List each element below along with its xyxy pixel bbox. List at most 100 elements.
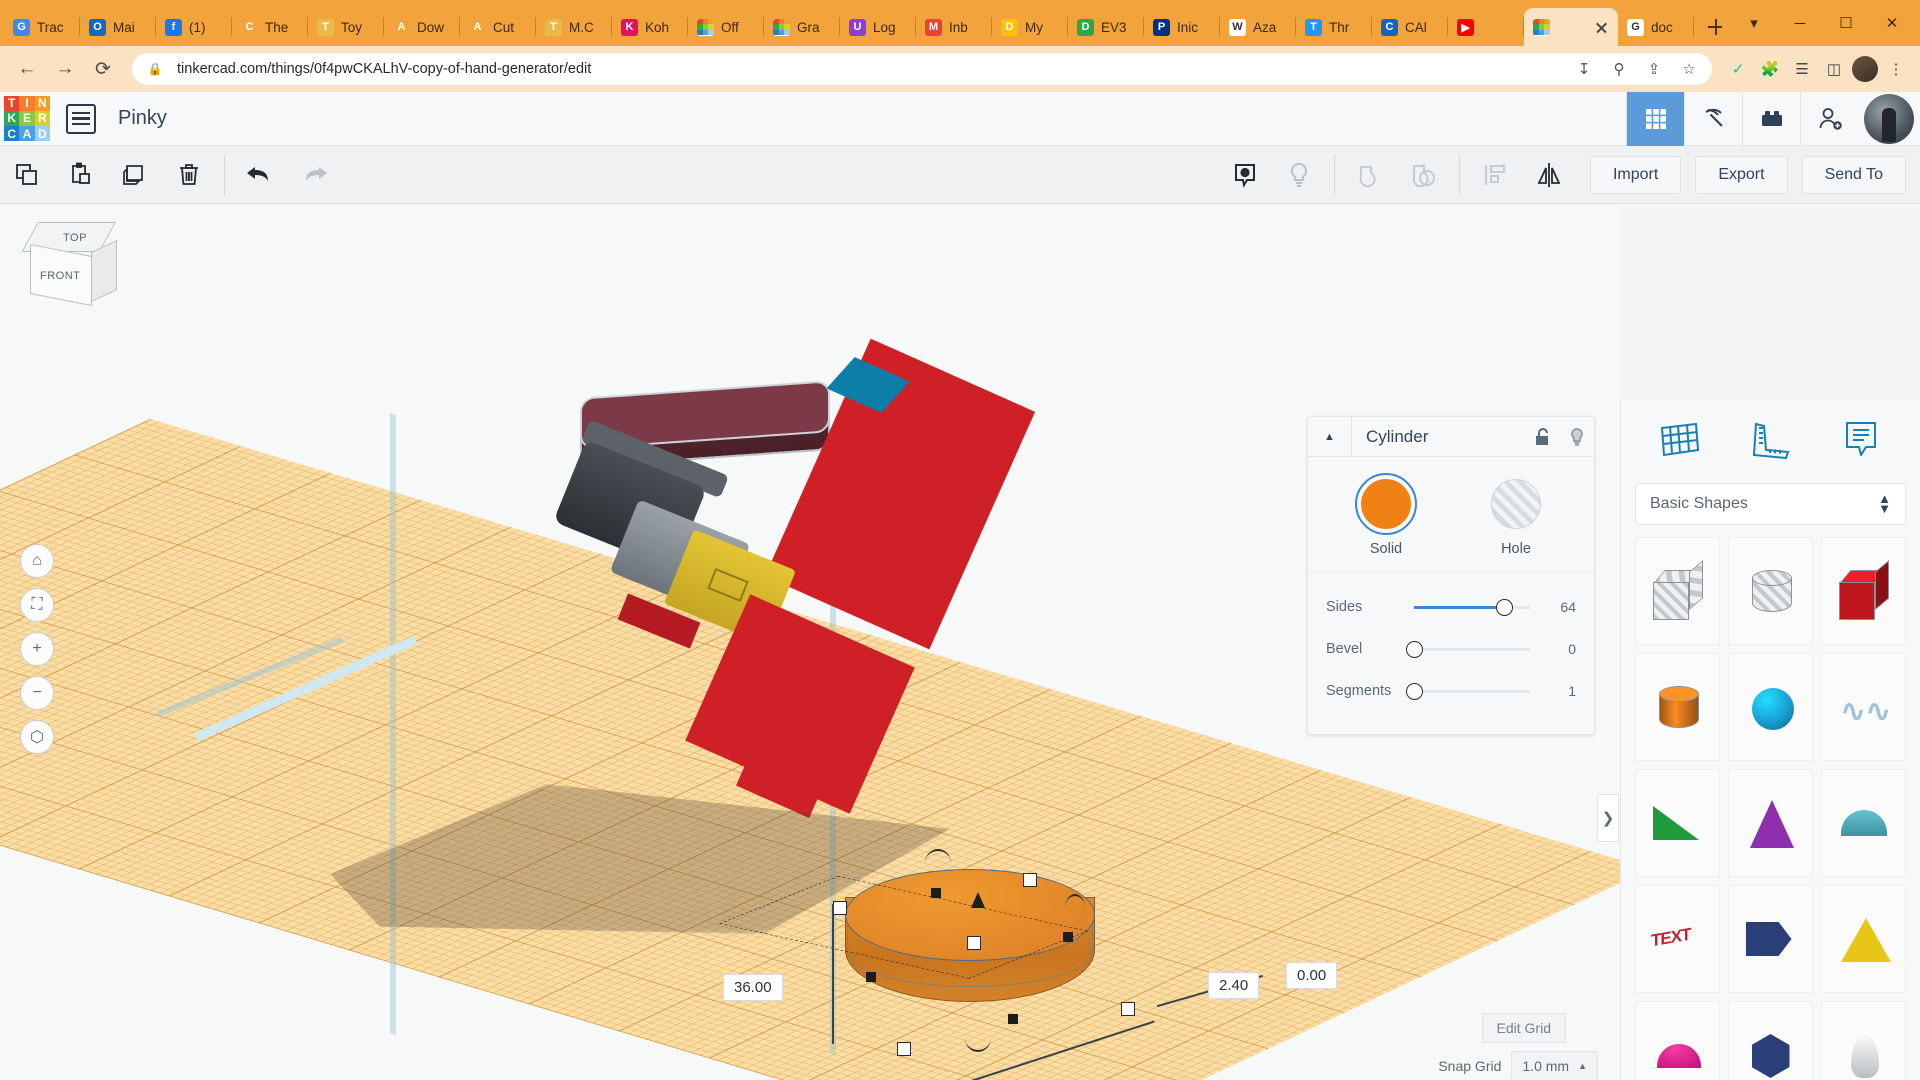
edit-grid-button[interactable]: Edit Grid (1481, 1013, 1566, 1043)
edge-handle-left[interactable] (866, 972, 876, 982)
edge-handle-right[interactable] (1063, 932, 1073, 942)
perspective-toggle-button[interactable]: ⬡ (20, 720, 54, 754)
shape-cylinder[interactable] (1635, 653, 1720, 761)
shape-polygon[interactable] (1728, 1001, 1813, 1080)
browser-tab-13[interactable]: D My (992, 8, 1068, 46)
browser-tab-8[interactable]: K Koh (612, 8, 688, 46)
browser-tab-1[interactable]: O Mai (80, 8, 156, 46)
fit-view-button[interactable]: ⛶ (20, 588, 54, 622)
shape-sphere[interactable] (1728, 653, 1813, 761)
new-tab-button[interactable] (1700, 12, 1730, 42)
back-button[interactable]: ← (10, 52, 44, 86)
lightbulb-icon[interactable] (1560, 417, 1594, 457)
browser-tab-5[interactable]: A Dow (384, 8, 460, 46)
duplicate-button[interactable] (108, 155, 162, 195)
browser-tab-20[interactable] (1524, 8, 1618, 46)
solid-mode-button[interactable]: Solid (1348, 473, 1424, 557)
shape-roof[interactable] (1635, 769, 1720, 877)
slider-sides[interactable] (1414, 598, 1530, 616)
align-icon[interactable] (1468, 155, 1522, 195)
close-icon[interactable] (1594, 20, 1609, 35)
shape-category-select[interactable]: Basic Shapes ▲ ▼ (1635, 483, 1906, 525)
browser-tab-2[interactable]: f (1) (156, 8, 232, 46)
slider-segments[interactable] (1406, 682, 1530, 700)
resize-handle-left[interactable] (833, 901, 847, 915)
browser-tab-0[interactable]: G Trac (4, 8, 80, 46)
sidepanel-icon[interactable]: ◫ (1820, 55, 1848, 83)
note-icon[interactable] (1834, 413, 1888, 467)
dim-width-label[interactable]: 36.00 (723, 974, 783, 1001)
view-cube-side-face[interactable] (91, 239, 117, 303)
slider-knob[interactable] (1406, 682, 1423, 700)
slider-knob[interactable] (1406, 640, 1423, 658)
export-button[interactable]: Export (1695, 155, 1788, 194)
ungroup-icon[interactable] (1397, 155, 1451, 195)
ruler-icon[interactable] (1743, 413, 1797, 467)
edge-handle-top[interactable] (931, 888, 941, 898)
star-icon[interactable]: ☆ (1676, 56, 1702, 82)
hole-mode-button[interactable]: Hole (1478, 479, 1554, 557)
reload-button[interactable]: ⟳ (86, 52, 120, 86)
project-menu-button[interactable] (66, 103, 96, 134)
shape-box-hole[interactable] (1635, 537, 1720, 645)
edge-handle-bottom[interactable] (1008, 1014, 1018, 1024)
shape-round-roof[interactable] (1635, 1001, 1720, 1080)
workplane-icon[interactable] (1653, 413, 1707, 467)
dim-z-offset-label[interactable]: 0.00 (1286, 962, 1338, 989)
tinkercad-logo[interactable]: TINKERCAD (4, 95, 50, 142)
browser-tab-19[interactable]: ▶ (1448, 8, 1524, 46)
browser-tab-15[interactable]: P Inic (1144, 8, 1220, 46)
address-bar[interactable]: 🔒 tinkercad.com/things/0f4pwCKALhV-copy-… (132, 53, 1712, 85)
browser-tab-11[interactable]: U Log (840, 8, 916, 46)
collapse-inspector-button[interactable]: ▲ (1308, 416, 1352, 457)
redo-button[interactable] (287, 155, 341, 195)
zoom-in-button[interactable]: + (20, 632, 54, 666)
move-handle-center[interactable] (967, 936, 981, 950)
slider-bevel[interactable] (1406, 640, 1530, 658)
shape-box[interactable] (1821, 537, 1906, 645)
browser-tab-17[interactable]: T Thr (1296, 8, 1372, 46)
download-icon[interactable]: ↧ (1571, 56, 1597, 82)
group-icon[interactable] (1343, 155, 1397, 195)
tab-search-button[interactable]: ▾ (1732, 4, 1776, 42)
resize-handle-right[interactable] (1121, 1002, 1135, 1016)
profile-avatar[interactable] (1852, 56, 1878, 82)
grid-view-icon[interactable] (1626, 91, 1684, 146)
shape-paraboloid[interactable] (1821, 1001, 1906, 1080)
undo-button[interactable] (233, 155, 287, 195)
browser-tab-18[interactable]: C CAl (1372, 8, 1448, 46)
browser-tab-6[interactable]: A Cut (460, 8, 536, 46)
browser-tab-4[interactable]: T Toy (308, 8, 384, 46)
lego-brick-icon[interactable] (1742, 91, 1800, 146)
home-view-button[interactable]: ⌂ (20, 544, 54, 578)
minimize-button[interactable]: ─ (1778, 4, 1822, 42)
shape-pyramid[interactable] (1821, 885, 1906, 993)
slider-knob[interactable] (1496, 598, 1514, 616)
shape-text[interactable]: TEXT (1635, 885, 1720, 993)
zoom-icon[interactable]: ⚲ (1606, 56, 1632, 82)
browser-tab-12[interactable]: M Inb (916, 8, 992, 46)
model-red-body[interactable] (553, 338, 1036, 819)
lock-open-icon[interactable] (1526, 417, 1560, 457)
browser-tab-10[interactable]: Gra (764, 8, 840, 46)
shape-cylinder-hole[interactable] (1728, 537, 1813, 645)
close-window-button[interactable]: ✕ (1870, 4, 1914, 42)
pickaxe-icon[interactable] (1684, 91, 1742, 146)
shape-half-cylinder[interactable] (1821, 769, 1906, 877)
chrome-menu-icon[interactable]: ⋮ (1882, 55, 1910, 83)
paste-button[interactable] (54, 155, 108, 195)
resize-handle-top[interactable] (1023, 873, 1037, 887)
shape-cone[interactable] (1728, 769, 1813, 877)
height-cone-handle[interactable] (971, 892, 985, 908)
collapse-panel-button[interactable]: ❯ (1597, 794, 1619, 842)
forward-button[interactable]: → (48, 52, 82, 86)
import-button[interactable]: Import (1589, 155, 1682, 194)
view-cube[interactable]: TOP FRONT (21, 222, 122, 307)
shape-scribble[interactable]: ∿∿ (1821, 653, 1906, 761)
browser-tab-9[interactable]: Off (688, 8, 764, 46)
share-icon[interactable]: ⇪ (1641, 56, 1667, 82)
notes-icon[interactable] (1218, 155, 1272, 195)
grammarly-icon[interactable]: ✓ (1724, 55, 1752, 83)
browser-tab-16[interactable]: W Aza (1220, 8, 1296, 46)
shape-house[interactable] (1728, 885, 1813, 993)
